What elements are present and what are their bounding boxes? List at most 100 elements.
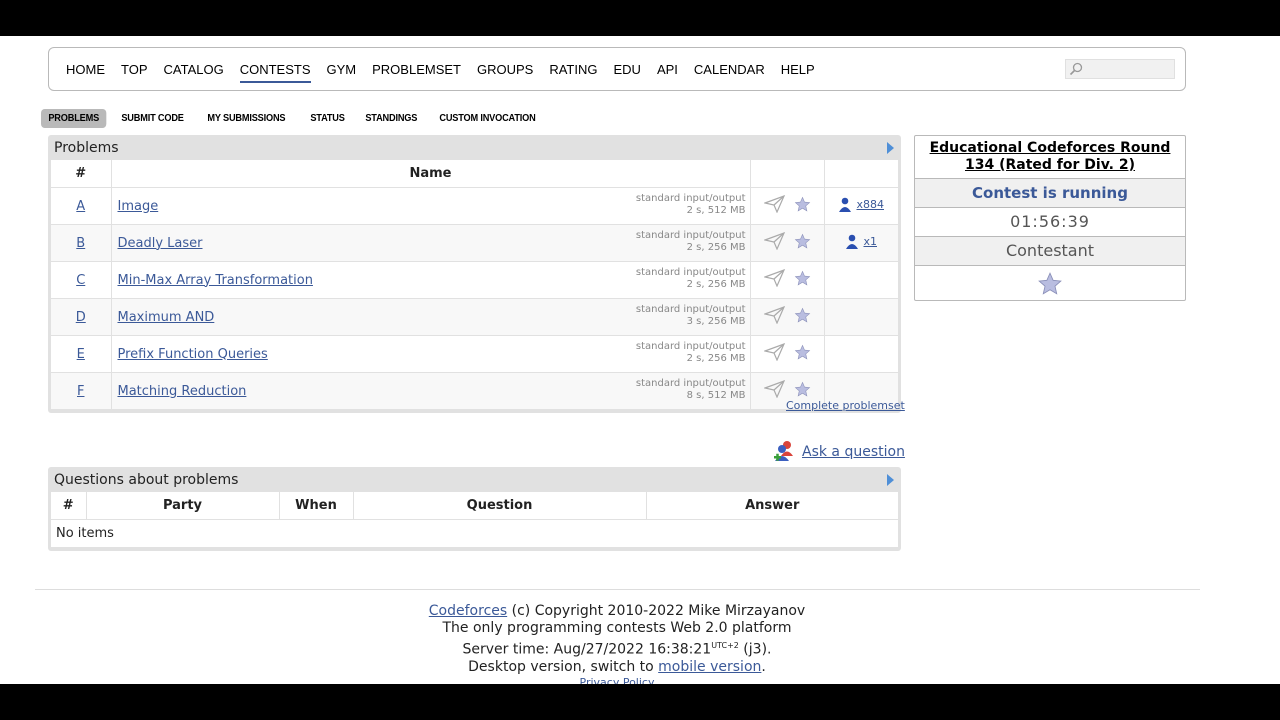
header-name: Name [111, 160, 751, 188]
header-actions [750, 160, 825, 188]
problem-row: F Matching Reduction standard input/output… [51, 372, 898, 410]
problem-solved-cell: x1 [824, 224, 898, 262]
tab-standings[interactable]: STANDINGS [358, 109, 425, 128]
problem-limits: standard input/output 2 s, 512 MB [636, 193, 746, 217]
main-menu-items: HOME TOP CATALOG CONTESTS GYM PROBLEMSET… [66, 48, 831, 90]
server-time: Server time: Aug/27/2022 16:38:21 [462, 641, 712, 658]
star-icon [1038, 271, 1062, 295]
problem-limits: standard input/output 2 s, 256 MB [636, 267, 746, 291]
tab-my-submissions[interactable]: MY SUBMISSIONS [200, 109, 293, 128]
search-input[interactable] [1086, 60, 1170, 78]
contest-name-link[interactable]: Educational Codeforces Round 134 (Rated … [915, 136, 1185, 179]
nav-gym[interactable]: GYM [327, 62, 357, 77]
tab-submit-code[interactable]: SUBMIT CODE [114, 109, 191, 128]
empty-row: No items [51, 519, 898, 548]
footer-copyright-line: Codeforces (c) Copyright 2010-2022 Mike … [0, 603, 1234, 620]
star-icon[interactable] [794, 270, 811, 291]
problem-name-link[interactable]: Deadly Laser [118, 236, 203, 251]
utc-offset: UTC+2 [711, 641, 739, 650]
star-icon[interactable] [794, 344, 811, 365]
nav-home[interactable]: HOME [66, 62, 105, 77]
nav-contests[interactable]: CONTESTS [239, 62, 311, 83]
problem-index-link[interactable]: C [76, 273, 85, 288]
problem-name-link[interactable]: Image [118, 199, 159, 214]
submit-icon[interactable] [762, 379, 786, 402]
ask-question-link[interactable]: Ask a question [802, 444, 905, 460]
search-box [1065, 59, 1175, 79]
solved-count-link[interactable]: x1 [863, 235, 877, 248]
codeforces-link[interactable]: Codeforces [429, 603, 507, 619]
header-party: Party [86, 492, 280, 520]
server-time-line: Server time: Aug/27/2022 16:38:21UTC+2 (… [0, 637, 1234, 659]
submit-icon[interactable] [762, 305, 786, 328]
problem-name-cell: Deadly Laser standard input/output 2 s, 25… [111, 224, 751, 262]
nav-groups[interactable]: GROUPS [477, 62, 533, 77]
submit-icon[interactable] [762, 231, 786, 254]
submit-icon[interactable] [762, 268, 786, 291]
contest-sidebar: Educational Codeforces Round 134 (Rated … [914, 135, 1186, 301]
solved-count[interactable]: x884 [838, 197, 884, 212]
problem-index-cell: E [51, 335, 112, 373]
problem-limits: standard input/output 2 s, 256 MB [636, 230, 746, 254]
problems-caption: Problems [49, 136, 900, 160]
problem-solved-cell [824, 335, 898, 373]
contest-status: Contest is running [915, 179, 1185, 208]
expand-arrow-icon[interactable] [887, 474, 894, 486]
star-icon[interactable] [794, 307, 811, 328]
problem-name-link[interactable]: Prefix Function Queries [118, 347, 268, 362]
expand-arrow-icon[interactable] [887, 142, 894, 154]
problem-io: standard input/output [635, 304, 746, 315]
server-id: (j3). [738, 641, 772, 658]
star-icon[interactable] [794, 233, 811, 254]
solved-count[interactable]: x1 [845, 234, 877, 249]
problem-time-memory: 2 s, 256 MB [686, 279, 746, 290]
problem-row: B Deadly Laser standard input/output 2 s, 2… [51, 224, 898, 262]
privacy-policy-link[interactable]: Privacy Policy [580, 676, 655, 684]
problem-index-link[interactable]: D [76, 310, 86, 325]
problem-time-memory: 8 s, 512 MB [686, 390, 746, 401]
tab-status[interactable]: STATUS [303, 109, 352, 128]
footer-divider [35, 589, 1200, 590]
complete-problemset-link[interactable]: Complete problemset [786, 399, 905, 412]
nav-rating[interactable]: RATING [549, 62, 597, 77]
tab-custom-invocation[interactable]: CUSTOM INVOCATION [432, 109, 543, 128]
problem-time-memory: 2 s, 512 MB [686, 205, 746, 216]
header-index: # [51, 160, 112, 188]
favourite-star[interactable] [915, 266, 1185, 300]
problem-name-link[interactable]: Min-Max Array Transformation [118, 273, 313, 288]
nav-help[interactable]: HELP [781, 62, 815, 77]
problem-time-memory: 3 s, 256 MB [686, 316, 746, 327]
problem-row: C Min-Max Array Transformation standard in… [51, 261, 898, 299]
problem-name-link[interactable]: Maximum AND [118, 310, 215, 325]
problem-index-link[interactable]: A [76, 199, 85, 214]
nav-top[interactable]: TOP [121, 62, 148, 77]
desktop-prefix: Desktop version, switch to [468, 658, 659, 675]
page: HOME TOP CATALOG CONTESTS GYM PROBLEMSET… [0, 36, 1280, 684]
star-icon[interactable] [794, 196, 811, 217]
nav-edu[interactable]: EDU [613, 62, 640, 77]
nav-catalog[interactable]: CATALOG [164, 62, 224, 77]
problems-header-row: # Name [51, 160, 898, 188]
solved-count-link[interactable]: x884 [856, 198, 884, 211]
problems-box: Problems # Name A Image standard input/out… [48, 135, 901, 413]
nav-calendar[interactable]: CALENDAR [694, 62, 765, 77]
problem-name-cell: Prefix Function Queries standard input/ou… [111, 335, 751, 373]
problem-index-link[interactable]: B [76, 236, 85, 251]
submit-icon[interactable] [762, 194, 786, 217]
tab-problems[interactable]: PROBLEMS [41, 109, 107, 128]
nav-api[interactable]: API [657, 62, 678, 77]
mobile-version-link[interactable]: mobile version [658, 659, 761, 675]
submit-icon[interactable] [762, 342, 786, 365]
ask-question: Ask a question [772, 440, 905, 464]
problem-row: A Image standard input/output 2 s, 512 MB x8… [51, 187, 898, 225]
problem-index-link[interactable]: E [77, 347, 85, 362]
problems-table: # Name A Image standard input/output 2 s, 5… [51, 160, 898, 410]
problem-index-cell: B [51, 224, 112, 262]
user-icon [845, 234, 859, 249]
problem-index-link[interactable]: F [77, 384, 84, 399]
nav-problemset[interactable]: PROBLEMSET [372, 62, 461, 77]
problem-solved-cell [824, 261, 898, 299]
problem-io: standard input/output [635, 378, 746, 389]
problem-index-cell: D [51, 298, 112, 336]
problem-name-link[interactable]: Matching Reduction [118, 384, 247, 399]
